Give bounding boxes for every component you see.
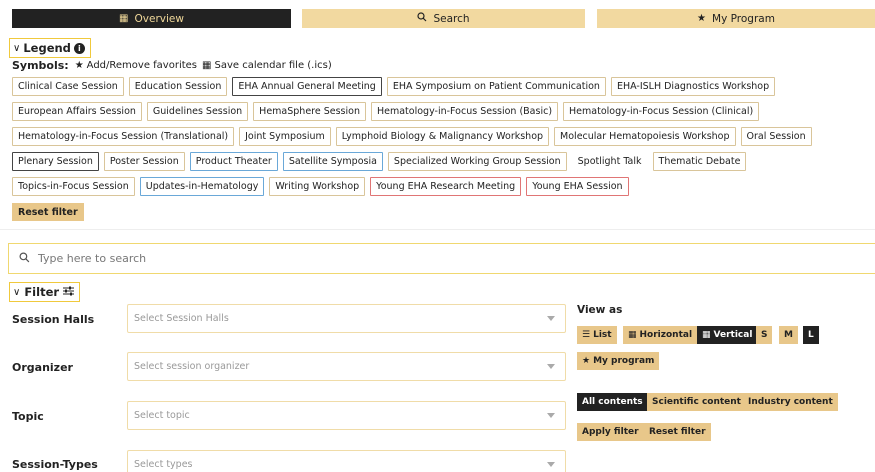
- filter-toggle[interactable]: ∨ Filter: [9, 282, 81, 302]
- tag-product-theater[interactable]: Product Theater: [189, 152, 278, 171]
- tag-specialized-working-group-session[interactable]: Specialized Working Group Session: [387, 152, 567, 171]
- sliders-icon: [63, 285, 75, 299]
- session-types-placeholder: Select types: [134, 459, 193, 470]
- chevron-down-icon: ∨: [13, 286, 21, 298]
- size-l-button[interactable]: L: [803, 326, 819, 344]
- session-halls-label: Session Halls: [12, 313, 95, 326]
- legend-title: Legend: [23, 41, 71, 55]
- organizer-select[interactable]: Select session organizer: [127, 352, 566, 381]
- session-halls-placeholder: Select Session Halls: [134, 313, 229, 324]
- add-remove-label: Add/Remove favorites: [86, 60, 198, 71]
- tag-young-eha-research-meeting[interactable]: Young EHA Research Meeting: [370, 177, 522, 196]
- symbols-label: Symbols:: [12, 59, 69, 72]
- calendar-icon: ▦: [702, 330, 711, 340]
- tag-spotlight-talk[interactable]: Spotlight Talk: [571, 152, 648, 171]
- session-types-label: Session-Types: [12, 458, 98, 471]
- tag-writing-workshop[interactable]: Writing Workshop: [269, 177, 366, 196]
- dropdown-arrow-icon: [547, 462, 555, 467]
- tag-eha-symposium-patient-communication[interactable]: EHA Symposium on Patient Communication: [386, 77, 606, 96]
- star-icon: ★: [74, 60, 84, 71]
- list-icon: ☰: [582, 330, 591, 340]
- symbols-row: Symbols: ★ Add/Remove favorites ▦ Save c…: [12, 59, 332, 72]
- tag-oral-session[interactable]: Oral Session: [740, 127, 812, 146]
- tag-hematology-in-focus-clinical[interactable]: Hematology-in-Focus Session (Clinical): [563, 102, 760, 121]
- search-input[interactable]: Type here to search: [8, 243, 875, 274]
- tag-poster-session[interactable]: Poster Session: [103, 152, 185, 171]
- search-placeholder: Type here to search: [38, 252, 147, 265]
- save-calendar-label: Save calendar file (.ics): [214, 60, 332, 71]
- my-program-tab[interactable]: ★ My Program: [597, 9, 875, 28]
- organizer-placeholder: Select session organizer: [134, 361, 250, 372]
- tag-hematology-in-focus-basic[interactable]: Hematology-in-Focus Session (Basic): [370, 102, 559, 121]
- filter-title: Filter: [24, 285, 60, 299]
- view-vertical-label: Vertical: [713, 330, 753, 340]
- view-as-label: View as: [577, 304, 623, 316]
- tag-hemasphere-session[interactable]: HemaSphere Session: [253, 102, 366, 121]
- session-type-tags: Clinical Case Session Education Session …: [12, 77, 862, 196]
- info-icon: i: [73, 42, 85, 54]
- topic-placeholder: Select topic: [134, 410, 190, 421]
- view-vertical-button[interactable]: ▦ Vertical: [697, 326, 758, 344]
- size-m-button[interactable]: M: [779, 326, 798, 344]
- view-horizontal-button[interactable]: ▦ Horizontal: [623, 326, 698, 344]
- topic-label: Topic: [12, 410, 44, 423]
- tag-eha-islh-diagnostics-workshop[interactable]: EHA-ISLH Diagnostics Workshop: [610, 77, 776, 96]
- size-s-button[interactable]: S: [756, 326, 773, 344]
- tag-clinical-case-session[interactable]: Clinical Case Session: [12, 77, 124, 96]
- star-icon: ★: [697, 13, 707, 24]
- tag-joint-symposium[interactable]: Joint Symposium: [239, 127, 331, 146]
- tag-plenary-session[interactable]: Plenary Session: [12, 152, 99, 171]
- all-contents-button[interactable]: All contents: [577, 393, 648, 411]
- tag-young-eha-session[interactable]: Young EHA Session: [526, 177, 629, 196]
- search-tab-label: Search: [433, 12, 470, 25]
- top-navigation: ▦ Overview Search ★ My Program: [12, 9, 875, 28]
- calendar-icon: ▦: [202, 60, 212, 71]
- search-icon: [417, 12, 427, 25]
- tag-molecular-hematopoiesis-workshop[interactable]: Molecular Hematopoiesis Workshop: [554, 127, 736, 146]
- dropdown-arrow-icon: [547, 364, 555, 369]
- my-program-label: My program: [593, 356, 655, 366]
- tag-guidelines-session[interactable]: Guidelines Session: [146, 102, 249, 121]
- topic-select[interactable]: Select topic: [127, 401, 566, 430]
- scientific-content-button[interactable]: Scientific content: [647, 393, 746, 411]
- tag-eha-annual-general-meeting[interactable]: EHA Annual General Meeting: [232, 77, 382, 96]
- overview-tab[interactable]: ▦ Overview: [12, 9, 291, 28]
- overview-tab-label: Overview: [134, 12, 184, 25]
- apply-filter-button[interactable]: Apply filter: [577, 423, 644, 441]
- legend-toggle[interactable]: ∨ Legend i: [9, 38, 91, 58]
- star-icon: ★: [582, 356, 591, 366]
- legend-reset-filter-button[interactable]: Reset filter: [12, 203, 84, 221]
- tag-hematology-in-focus-translational[interactable]: Hematology-in-Focus Session (Translation…: [12, 127, 235, 146]
- dropdown-arrow-icon: [547, 316, 555, 321]
- session-halls-select[interactable]: Select Session Halls: [127, 304, 566, 333]
- calendar-icon: ▦: [119, 13, 129, 24]
- reset-filter-button[interactable]: Reset filter: [644, 423, 711, 441]
- view-list-label: List: [593, 330, 612, 340]
- tag-lymphoid-biology-workshop[interactable]: Lymphoid Biology & Malignancy Workshop: [335, 127, 550, 146]
- my-program-tab-label: My Program: [712, 12, 775, 25]
- search-tab[interactable]: Search: [302, 9, 585, 28]
- view-horizontal-label: Horizontal: [639, 330, 693, 340]
- chevron-down-icon: ∨: [13, 42, 21, 54]
- tag-updates-in-hematology[interactable]: Updates-in-Hematology: [139, 177, 265, 196]
- tag-satellite-symposia[interactable]: Satellite Symposia: [282, 152, 383, 171]
- tag-thematic-debate[interactable]: Thematic Debate: [652, 152, 747, 171]
- tag-topics-in-focus-session[interactable]: Topics-in-Focus Session: [12, 177, 135, 196]
- organizer-label: Organizer: [12, 361, 73, 374]
- view-list-button[interactable]: ☰ List: [577, 326, 617, 344]
- session-types-select[interactable]: Select types: [127, 450, 566, 472]
- search-icon: [19, 251, 30, 266]
- industry-content-button[interactable]: Industry content: [743, 393, 838, 411]
- tag-european-affairs-session[interactable]: European Affairs Session: [12, 102, 142, 121]
- calendar-icon: ▦: [628, 330, 637, 340]
- dropdown-arrow-icon: [547, 413, 555, 418]
- my-program-button[interactable]: ★ My program: [577, 352, 660, 370]
- tag-education-session[interactable]: Education Session: [128, 77, 228, 96]
- divider: [0, 229, 875, 230]
